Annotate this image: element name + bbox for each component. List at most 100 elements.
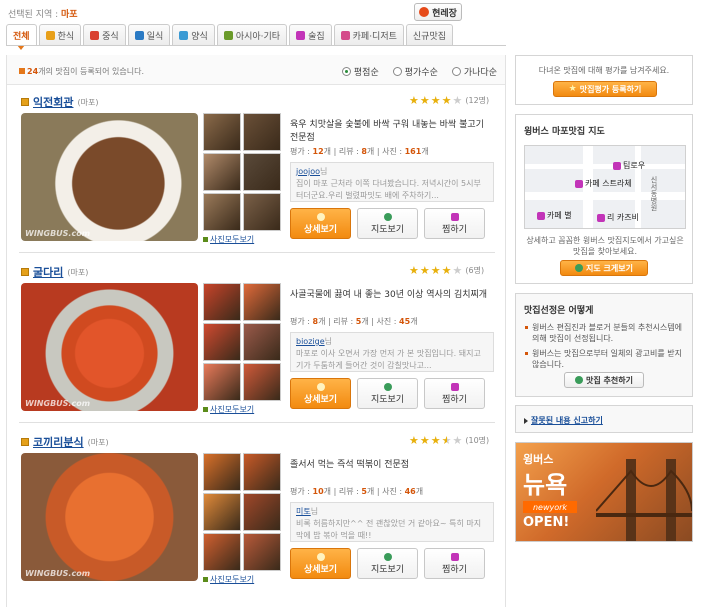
rating-count: (12명)	[465, 96, 490, 105]
sort-options: 평점순 평가수순 가나다순	[341, 65, 497, 78]
thumbnail[interactable]	[243, 493, 281, 531]
thumbnail[interactable]	[203, 193, 241, 231]
thumbnail-grid	[203, 283, 283, 401]
thumbnail[interactable]	[203, 283, 241, 321]
tab-0[interactable]: 전체	[6, 24, 37, 50]
save-button[interactable]: 찜하기	[424, 378, 485, 409]
rating-count: (10명)	[465, 436, 490, 445]
tab-7[interactable]: 카페·디저트	[333, 24, 404, 45]
now-button[interactable]: 현레장	[414, 3, 462, 21]
star-icon: ★	[430, 433, 441, 447]
all-photos-link[interactable]: 사진모두보기	[203, 404, 254, 415]
selection-item: 윙버스 편집진과 블로거 분들의 추천시스템에 의해 맛집이 선정됩니다.	[524, 322, 690, 344]
map-info: 상세하고 꼼꼼한 윙버스 맛집지도에서 가고싶은 맛집을 찾아보세요.	[526, 236, 684, 256]
thumbnail[interactable]	[243, 283, 281, 321]
map-icon	[383, 212, 392, 221]
star-icon: ★	[430, 263, 441, 277]
ad-line4: OPEN!	[523, 515, 570, 530]
map-enlarge-button[interactable]: 지도 크게보기	[560, 260, 648, 276]
map-image[interactable]: 팀로우 카페 스트라체 카페 별 리 카즈비 신서동병원	[524, 145, 686, 229]
main-photo[interactable]: WINGBUS.com	[21, 453, 198, 581]
tab-8[interactable]: 신규맛집	[405, 24, 454, 45]
main-photo[interactable]: WINGBUS.com	[21, 283, 198, 411]
thumbnail[interactable]	[203, 153, 241, 191]
tab-4[interactable]: 양식	[172, 24, 215, 45]
thumbnail[interactable]	[243, 363, 281, 401]
star-icon: ★	[452, 93, 463, 107]
map-marker[interactable]: 팀로우	[613, 160, 645, 171]
thumbnail-grid	[203, 453, 283, 571]
thumbnail[interactable]	[243, 453, 281, 491]
review-snippet: 미토님 비록 허름하지만^^ 전 괜찮았던 거 같아요~ 특히 마지막에 밥 볶…	[290, 502, 494, 542]
radio-button[interactable]	[392, 67, 402, 76]
restaurant-list: 24개의 맛집이 등록되어 있습니다. 평점순 평가수순 가나다순 익전회관 (마포…	[6, 55, 506, 607]
plus-icon	[575, 376, 584, 384]
sort-option[interactable]: 가나다순	[451, 65, 497, 78]
thumbnail[interactable]	[203, 323, 241, 361]
detail-button[interactable]: 상세보기	[290, 548, 351, 579]
map-marker[interactable]: 카페 스트라체	[575, 178, 632, 189]
thumbnail[interactable]	[203, 453, 241, 491]
item-title: 굴다리 (마포)	[21, 264, 88, 280]
restaurant-item: 굴다리 (마포) ★ ★ ★ ★ ★ (6명) WINGBUS.com 사진모두보기 사골…	[7, 256, 507, 426]
star-icon: ★	[419, 263, 430, 277]
top-bar: 선택된 지역 : 마포 현레장	[0, 0, 720, 24]
restaurant-meta: 평가 : 10개 | 리뷰 : 5개 | 사진 : 46개	[290, 487, 424, 496]
map-button[interactable]: 지도보기	[357, 208, 418, 239]
map-marker[interactable]: 카페 별	[537, 210, 572, 221]
marker-icon	[575, 179, 583, 188]
radio-button[interactable]	[451, 67, 461, 76]
thumbnail[interactable]	[203, 533, 241, 571]
thumbnail[interactable]	[243, 153, 281, 191]
detail-button[interactable]: 상세보기	[290, 378, 351, 409]
category-tabs: 전체 한식 중식 일식 양식 아시아·기타 술집 카페·디저트 신규맛집	[6, 24, 455, 50]
tab-6[interactable]: 술집	[289, 24, 332, 45]
restaurant-name[interactable]: 굴다리	[33, 264, 63, 280]
map-button[interactable]: 지도보기	[357, 548, 418, 579]
bookmark-icon	[21, 438, 29, 446]
restaurant-description: 육우 치맛살을 숯불에 바싹 구워 내놓는 바싹 불고기 전문점	[290, 120, 484, 143]
restaurant-name[interactable]: 코끼리분식	[33, 434, 84, 450]
item-title: 코끼리분식 (마포)	[21, 434, 109, 450]
review-user[interactable]: joojoo	[296, 167, 320, 176]
review-user[interactable]: biozige	[296, 337, 325, 346]
review-text: 집이 마포 근처라 이쪽 다녀봤습니다. 저녁시간이 5시부터더군요.우리 벌렸…	[296, 179, 481, 200]
restaurant-item: 코끼리분식 (마포) ★ ★ ★ ★ ★ (10명) WINGBUS.com 사진모두보기…	[7, 426, 507, 596]
all-photos-link[interactable]: 사진모두보기	[203, 574, 254, 585]
watermark: WINGBUS.com	[25, 399, 91, 408]
thumbnail[interactable]	[203, 363, 241, 401]
rating-stars: ★ ★ ★ ★ ★ (12명)	[409, 95, 489, 106]
thumbnail[interactable]	[243, 193, 281, 231]
thumbnail[interactable]	[243, 113, 281, 151]
main-photo[interactable]: WINGBUS.com	[21, 113, 198, 241]
restaurant-description: 사골국물에 끓여 내 좋는 30년 이상 역사의 김치찌개	[290, 290, 488, 300]
sort-option[interactable]: 평점순	[341, 65, 379, 78]
restaurant-name[interactable]: 익전회관	[33, 94, 73, 110]
save-button[interactable]: 찜하기	[424, 208, 485, 239]
thumbnail[interactable]	[203, 493, 241, 531]
tab-3[interactable]: 일식	[127, 24, 171, 45]
sort-option[interactable]: 평가수순	[392, 65, 438, 78]
review-user[interactable]: 미토	[296, 507, 311, 516]
detail-button[interactable]: 상세보기	[290, 208, 351, 239]
tab-2[interactable]: 중식	[83, 24, 126, 45]
recommend-button[interactable]: 맛집 추천하기	[564, 372, 644, 388]
star-icon: ★	[419, 433, 430, 447]
map-icon	[383, 382, 392, 391]
all-photos-link[interactable]: 사진모두보기	[203, 234, 254, 245]
newyork-ad-banner[interactable]: 윙버스 뉴욕 newyork OPEN!	[515, 442, 693, 542]
map-marker[interactable]: 리 카즈비	[597, 212, 639, 223]
thumbnail[interactable]	[243, 323, 281, 361]
watermark: WINGBUS.com	[25, 229, 91, 238]
radio-button[interactable]	[341, 67, 351, 76]
tab-1[interactable]: 한식	[38, 24, 82, 45]
thumbnail[interactable]	[243, 533, 281, 571]
star-icon: ★	[441, 93, 452, 107]
save-button[interactable]: 찜하기	[424, 548, 485, 579]
thumbnail[interactable]	[203, 113, 241, 151]
tab-5[interactable]: 아시아·기타	[216, 24, 288, 45]
map-button[interactable]: 지도보기	[357, 378, 418, 409]
report-link[interactable]: 잘못된 내용 신고하기	[524, 415, 603, 426]
evaluate-button[interactable]: ★ 맛집평가 등록하기	[553, 81, 657, 97]
watermark: WINGBUS.com	[25, 569, 91, 578]
